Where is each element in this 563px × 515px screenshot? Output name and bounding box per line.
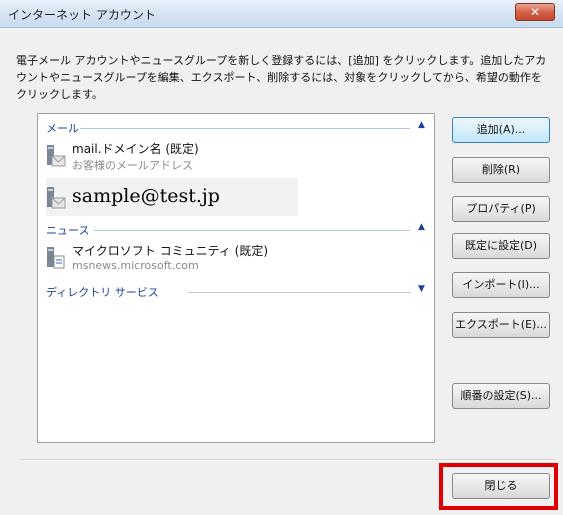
mail-account-icon [47,187,66,209]
account-list[interactable]: メール ▲ mail.ドメイン名 (既定) お客様のメールアドレス sample… [37,113,435,443]
group-divider [188,292,410,293]
remove-button[interactable]: 削除(R) [452,157,550,183]
group-header-directory[interactable]: ディレクトリ サービス [46,284,159,300]
account-name: mail.ドメイン名 (既定) [72,142,199,156]
group-header-mail[interactable]: メール [46,120,79,136]
group-divider [94,230,410,231]
collapse-arrow-icon[interactable]: ▲ [418,222,425,232]
set-default-button[interactable]: 既定に設定(D) [452,233,550,259]
news-account-icon [47,247,65,269]
expand-arrow-icon[interactable]: ▼ [418,284,425,294]
window-title: インターネット アカウント [8,8,156,22]
account-item-news-default[interactable]: マイクロソフト コミュニティ (既定) msnews.microsoft.com [46,242,426,276]
set-order-button[interactable]: 順番の設定(S)... [452,383,550,409]
close-button-highlight [439,463,558,510]
mail-account-icon [47,145,66,167]
window-close-button[interactable]: ✕ [515,3,555,21]
add-button[interactable]: 追加(A)... [452,117,550,143]
account-item-mail-default[interactable]: mail.ドメイン名 (既定) お客様のメールアドレス [46,140,426,174]
account-address: お客様のメールアドレス [72,159,193,172]
title-bar: インターネット アカウント ✕ [0,0,563,28]
account-server: msnews.microsoft.com [72,259,199,272]
group-divider [80,128,410,129]
import-button[interactable]: インポート(I)... [452,272,550,298]
export-button[interactable]: エクスポート(E)... [452,312,550,338]
properties-button[interactable]: プロパティ(P) [452,196,550,222]
account-item-sample[interactable]: sample@test.jp [46,178,298,216]
account-name: マイクロソフト コミュニティ (既定) [72,244,269,258]
footer-divider [20,459,556,461]
group-header-news[interactable]: ニュース [46,222,89,238]
account-name: sample@test.jp [72,185,220,207]
instructions-text: 電子メール アカウントやニュースグループを新しく登録するには、[追加] をクリッ… [16,54,547,101]
collapse-arrow-icon[interactable]: ▲ [418,120,425,130]
